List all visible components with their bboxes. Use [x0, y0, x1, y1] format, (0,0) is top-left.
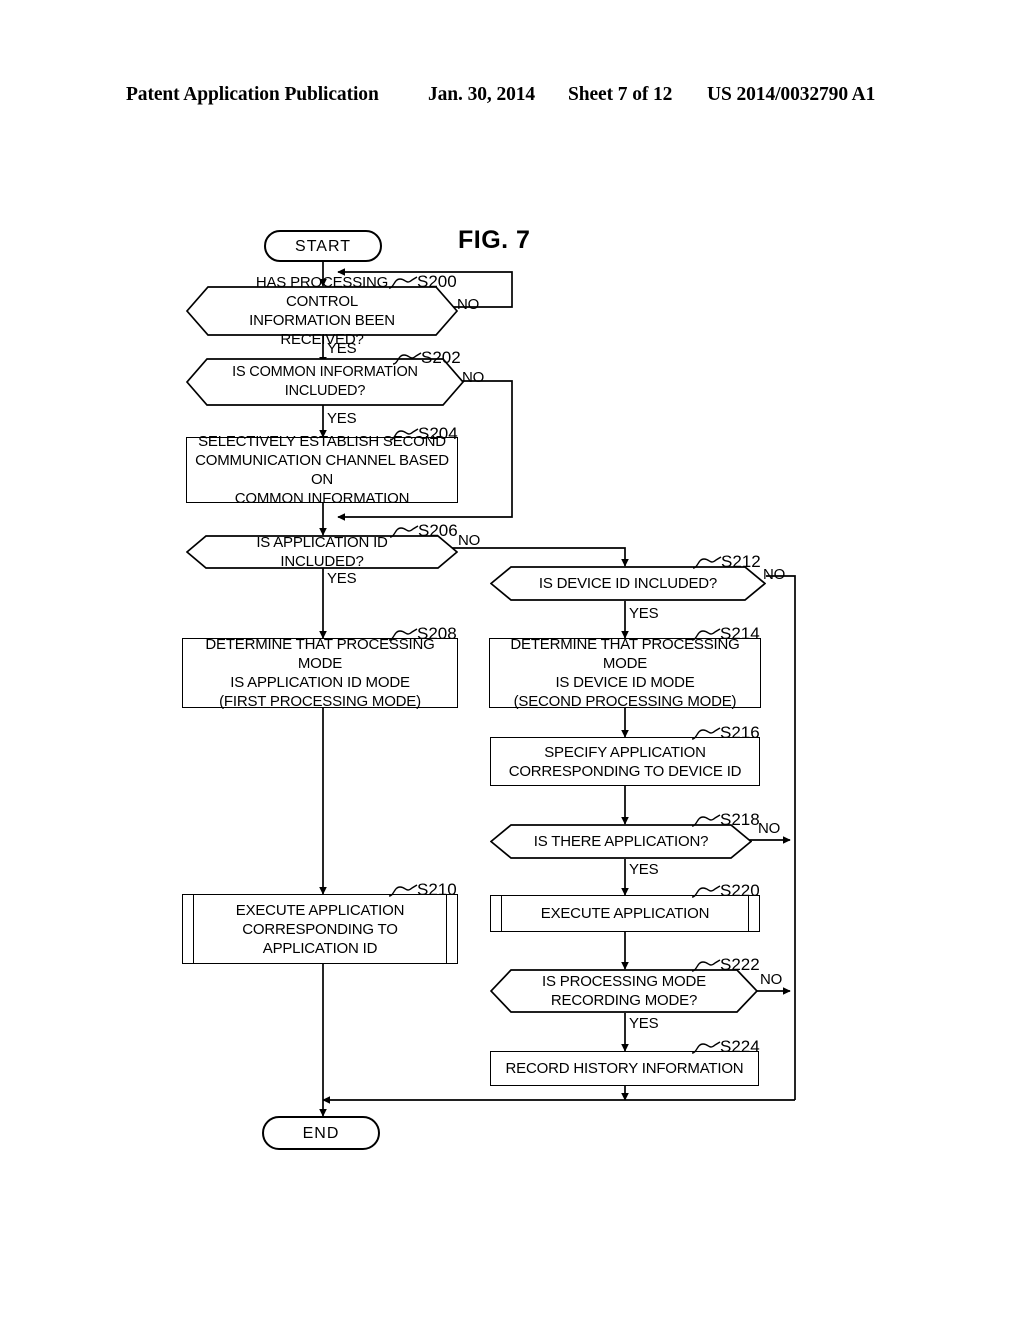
leader-squiggle-icon: [691, 885, 721, 898]
leader-squiggle-icon: [691, 727, 721, 740]
leader-squiggle-icon: [691, 1041, 721, 1054]
edge-label-s206-yes: YES: [327, 570, 357, 587]
edge-label-s218-yes: YES: [629, 861, 659, 878]
leader-squiggle-icon: [692, 556, 722, 569]
node-s204-label: SELECTIVELY ESTABLISH SECOND COMMUNICATI…: [195, 433, 449, 507]
node-s224-process: RECORD HISTORY INFORMATION: [490, 1051, 759, 1086]
leader-squiggle-icon: [388, 628, 418, 641]
node-s222-decision: IS PROCESSING MODE RECORDING MODE?: [490, 969, 758, 1013]
node-s210-predefined-process: EXECUTE APPLICATION CORRESPONDING TO APP…: [182, 894, 458, 964]
node-s214-process: DETERMINE THAT PROCESSING MODE IS DEVICE…: [489, 636, 761, 710]
node-s210-label: EXECUTE APPLICATION CORRESPONDING TO APP…: [235, 901, 405, 957]
leader-squiggle-icon: [691, 959, 721, 972]
node-s206-label: IS APPLICATION ID INCLUDED?: [256, 534, 388, 570]
node-s202-label: IS COMMON INFORMATION INCLUDED?: [232, 364, 418, 399]
node-s204-process: SELECTIVELY ESTABLISH SECOND COMMUNICATI…: [186, 433, 458, 507]
edge-label-s222-yes: YES: [629, 1015, 659, 1032]
leader-squiggle-icon: [691, 814, 721, 827]
edge-label-s222-no: NO: [760, 971, 783, 988]
step-tag-s210: S210: [417, 880, 457, 899]
node-s216-label: SPECIFY APPLICATION CORRESPONDING TO DEV…: [508, 743, 742, 780]
node-s208-label: DETERMINE THAT PROCESSING MODE IS APPLIC…: [205, 636, 435, 710]
node-s202-decision: IS COMMON INFORMATION INCLUDED?: [186, 358, 464, 406]
node-end: END: [262, 1116, 380, 1150]
step-tag-s212: S212: [721, 552, 761, 571]
step-tag-s216: S216: [720, 723, 760, 742]
leader-squiggle-icon: [388, 884, 418, 897]
step-tag-s214: S214: [720, 624, 760, 643]
step-tag-s204: S204: [418, 424, 458, 443]
node-start: START: [264, 230, 382, 262]
node-s222-label: IS PROCESSING MODE RECORDING MODE?: [542, 973, 706, 1009]
node-s200-label: HAS PROCESSING CONTROL INFORMATION BEEN …: [249, 274, 395, 348]
node-s214-label: DETERMINE THAT PROCESSING MODE IS DEVICE…: [510, 636, 740, 710]
edge-label-s212-no: NO: [763, 566, 786, 583]
edge-label-s200-no: NO: [457, 296, 480, 313]
leader-squiggle-icon: [389, 428, 419, 441]
node-s200-decision: HAS PROCESSING CONTROL INFORMATION BEEN …: [186, 274, 458, 348]
node-s212-label: IS DEVICE ID INCLUDED?: [538, 575, 718, 592]
step-tag-s224: S224: [720, 1037, 760, 1056]
node-end-label: END: [302, 1124, 340, 1142]
node-s218-label: IS THERE APPLICATION?: [533, 833, 709, 850]
node-s220-label: EXECUTE APPLICATION: [540, 905, 710, 922]
step-tag-s220: S220: [720, 881, 760, 900]
edge-label-s202-no: NO: [462, 369, 485, 386]
edge-label-s202-yes: YES: [327, 410, 357, 427]
node-start-label: START: [295, 237, 351, 255]
node-s224-label: RECORD HISTORY INFORMATION: [505, 1060, 744, 1077]
node-s218-decision: IS THERE APPLICATION?: [490, 824, 752, 859]
step-tag-s218: S218: [720, 810, 760, 829]
node-s208-process: DETERMINE THAT PROCESSING MODE IS APPLIC…: [182, 636, 458, 710]
step-tag-s208: S208: [417, 624, 457, 643]
node-s216-process: SPECIFY APPLICATION CORRESPONDING TO DEV…: [490, 737, 760, 786]
edge-label-s212-yes: YES: [629, 605, 659, 622]
figure-label: FIG. 7: [458, 226, 531, 254]
edge-label-s206-no: NO: [458, 532, 481, 549]
node-s206-decision: IS APPLICATION ID INCLUDED?: [186, 534, 458, 570]
flowchart-figure: FIG. 7 START HAS PROCESSING CONTROL INFO…: [0, 0, 1024, 1320]
edge-label-s218-no: NO: [758, 820, 781, 837]
leader-squiggle-icon: [691, 628, 721, 641]
